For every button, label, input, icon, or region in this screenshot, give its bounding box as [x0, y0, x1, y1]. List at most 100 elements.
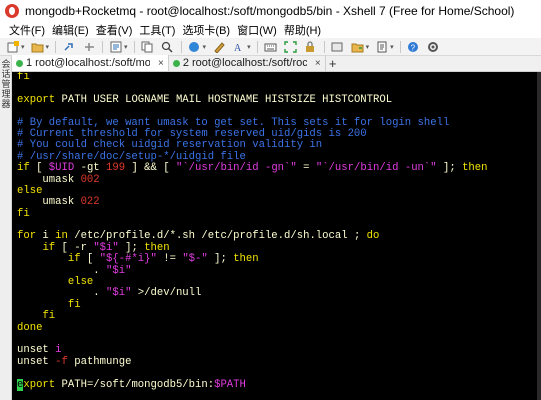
terminal-text: 022: [80, 196, 100, 209]
color-scheme-icon[interactable]: [212, 40, 226, 53]
disconnect-icon[interactable]: [82, 40, 96, 53]
font-dropdown-icon[interactable]: ▾: [247, 43, 251, 51]
menu-bar: 文件(F) 编辑(E) 查看(V) 工具(T) 选项卡(B) 窗口(W) 帮助(…: [0, 22, 541, 38]
new-session-icon[interactable]: [6, 40, 20, 53]
tab-label: 2 root@localhost:/soft/rocket...: [182, 57, 307, 69]
terminal-text: "`/usr/bin/id -un`": [315, 162, 437, 175]
globe-icon[interactable]: [188, 40, 202, 53]
menu-help[interactable]: 帮助(H): [284, 22, 321, 38]
tab-bar: 1 root@localhost:/soft/mon... × 2 root@l…: [12, 55, 541, 72]
menu-tabs[interactable]: 选项卡(B): [182, 22, 230, 38]
toolbar-separator: [323, 40, 325, 53]
menu-window[interactable]: 窗口(W): [237, 22, 277, 38]
menu-file[interactable]: 文件(F): [9, 22, 45, 38]
copy-icon[interactable]: [141, 40, 155, 53]
terminal-text: !=: [156, 253, 183, 266]
terminal-text: done: [17, 321, 43, 334]
lock-icon[interactable]: [304, 40, 318, 53]
help-icon[interactable]: ?: [407, 40, 421, 53]
xshell-app-icon[interactable]: [5, 4, 19, 18]
fullscreen-icon[interactable]: [284, 40, 298, 53]
toolbar-separator: [133, 40, 135, 53]
open-dropdown-icon[interactable]: ▾: [46, 43, 50, 51]
properties-dropdown-icon[interactable]: ▾: [124, 43, 128, 51]
terminal-text: "$i": [93, 241, 119, 254]
globe-dropdown-icon[interactable]: ▾: [203, 43, 207, 51]
terminal-line: export PATH=/soft/mongodb5/bin:$PATH: [17, 378, 541, 391]
terminal-text: # Current threshold for system reserved …: [17, 127, 367, 140]
new-session-dropdown-icon[interactable]: ▾: [21, 43, 25, 51]
terminal-text: umask: [17, 196, 81, 209]
toolbar-separator: [180, 40, 182, 53]
terminal-text: in: [55, 230, 68, 243]
terminal-text: .: [17, 264, 107, 277]
terminal-screen[interactable]: fi export PATH USER LOGNAME MAIL HOSTNAME…: [12, 72, 541, 400]
session-manager-strip[interactable]: 会话管理器: [0, 56, 12, 400]
terminal-text: # You could check uidgid reservation val…: [17, 139, 323, 152]
terminal-text: unset: [17, 355, 56, 368]
open-folder-icon[interactable]: [31, 40, 45, 53]
transfer-dropdown-icon[interactable]: ▾: [366, 43, 370, 51]
terminal-text: [: [80, 253, 100, 266]
title-bar: mongodb+Rocketmq - root@localhost:/soft/…: [0, 0, 541, 22]
font-icon[interactable]: A: [232, 40, 246, 53]
script-icon[interactable]: [375, 40, 389, 53]
link-icon[interactable]: [62, 40, 76, 53]
keyboard-icon[interactable]: [264, 40, 278, 53]
terminal-line: . "$i" >/dev/null: [17, 288, 541, 299]
find-icon[interactable]: [161, 40, 175, 53]
terminal-line: unset -f pathmunge: [17, 355, 541, 368]
svg-text:?: ?: [411, 43, 416, 52]
tab-close-icon[interactable]: ×: [315, 58, 321, 69]
terminal-text: pathmunge: [67, 355, 132, 368]
script-dropdown-icon[interactable]: ▾: [390, 43, 394, 51]
terminal-line: fi: [17, 208, 541, 220]
terminal-text: then: [233, 253, 259, 266]
terminal-text: .: [17, 287, 107, 300]
transfer-icon[interactable]: [351, 40, 365, 53]
add-tab-button[interactable]: +: [326, 55, 340, 71]
menu-tools[interactable]: 工具(T): [139, 22, 175, 38]
properties-icon[interactable]: [109, 40, 123, 53]
terminal-text: $PATH: [214, 378, 246, 391]
tab-session-1[interactable]: 1 root@localhost:/soft/mon... ×: [12, 55, 169, 71]
terminal-text: ] && [: [125, 162, 176, 175]
terminal-text: "`/usr/bin/id -gn`": [175, 162, 297, 175]
connected-status-icon: [172, 59, 180, 67]
terminal-text: "$-": [182, 253, 208, 266]
settings-icon[interactable]: [427, 40, 441, 53]
tab-close-icon[interactable]: ×: [158, 58, 164, 69]
terminal-text: fi: [42, 310, 56, 323]
terminal-text: umask: [17, 173, 81, 186]
terminal-text: "$i": [106, 264, 132, 277]
terminal-text: -gt: [74, 162, 107, 175]
compose-icon[interactable]: [331, 40, 345, 53]
terminal-scrollbar[interactable]: [537, 72, 541, 400]
terminal-text: else: [67, 276, 94, 289]
terminal-text: # By default, we want umask to get set. …: [17, 116, 450, 129]
terminal-text: [ -r: [55, 241, 94, 254]
terminal-text: [: [29, 162, 49, 175]
terminal-text: if: [42, 241, 56, 254]
window-title: mongodb+Rocketmq - root@localhost:/soft/…: [25, 4, 515, 18]
terminal-text: # /usr/share/doc/setup-*/uidgid file: [17, 150, 246, 163]
terminal-text: =: [296, 162, 316, 175]
menu-edit[interactable]: 编辑(E): [52, 22, 89, 38]
terminal-line: fi: [17, 299, 541, 311]
terminal-text: then: [462, 162, 488, 175]
toolbar-separator: [102, 40, 104, 53]
terminal-text: fi: [17, 72, 30, 83]
terminal-text: $UID: [48, 162, 75, 175]
tab-label: 1 root@localhost:/soft/mon...: [26, 57, 150, 69]
terminal-text: if: [67, 253, 81, 266]
terminal-line: export PATH USER LOGNAME MAIL HOSTNAME H…: [17, 94, 541, 106]
tab-session-2[interactable]: 2 root@localhost:/soft/rocket... ×: [169, 55, 326, 71]
terminal-text: PATH=/soft/mongodb5/bin:: [55, 378, 215, 391]
terminal-text: "$i": [106, 287, 132, 300]
menu-view[interactable]: 查看(V): [96, 22, 133, 38]
